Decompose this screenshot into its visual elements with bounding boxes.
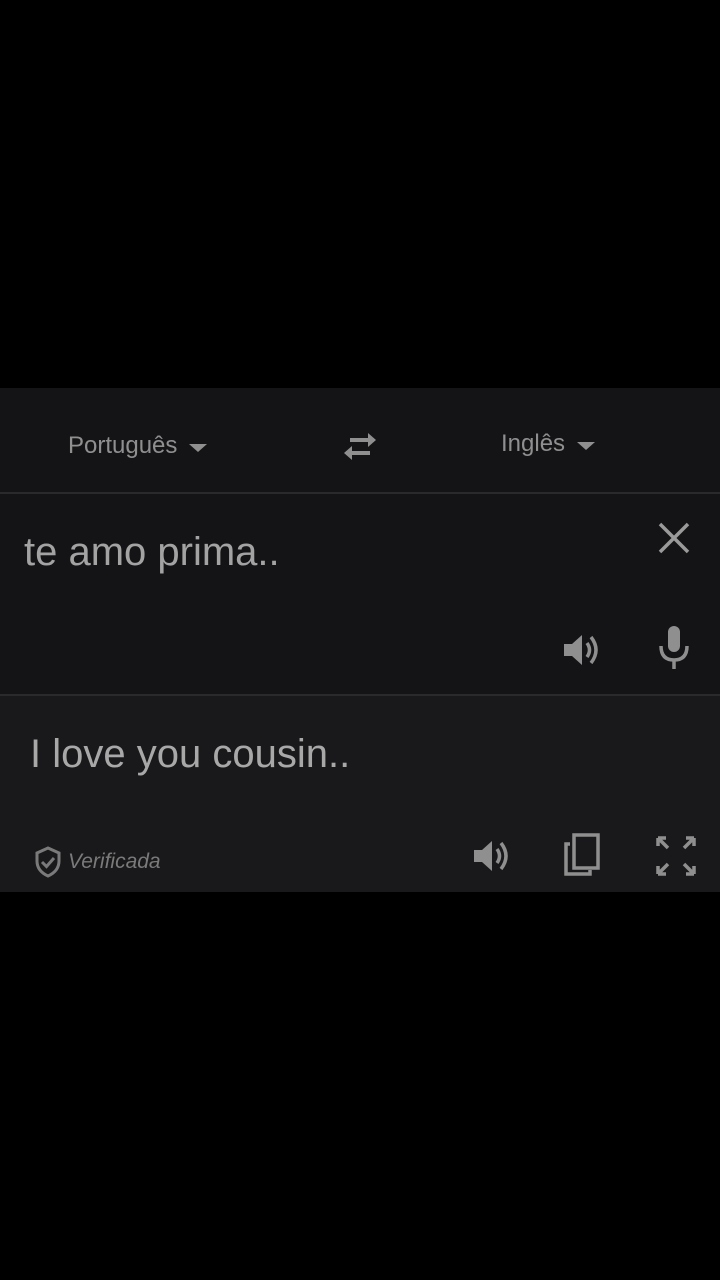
target-language-selector[interactable]: Inglês — [501, 430, 596, 458]
source-language-label: Português — [68, 432, 178, 459]
translation-text: I love you cousin.. — [30, 732, 351, 776]
target-language-label: Inglês — [501, 430, 566, 457]
microphone-icon[interactable] — [656, 624, 692, 672]
verified-label: Verificada — [68, 850, 161, 873]
source-input-area[interactable]: te amo prima.. — [0, 494, 720, 696]
source-text[interactable]: te amo prima.. — [24, 530, 280, 575]
speaker-icon[interactable] — [560, 628, 604, 672]
language-bar: Português Inglês — [0, 388, 720, 492]
chevron-down-icon — [189, 444, 208, 452]
swap-arrows-icon[interactable] — [338, 428, 382, 464]
speaker-icon[interactable] — [470, 834, 514, 878]
shield-check-icon — [35, 846, 61, 878]
source-language-selector[interactable]: Português — [68, 432, 208, 460]
verified-badge: Verificada — [34, 846, 161, 878]
translator-panel: Português Inglês te amo prima.. I love y… — [0, 388, 720, 892]
copy-icon[interactable] — [562, 832, 602, 878]
fullscreen-icon[interactable] — [654, 834, 698, 878]
close-icon[interactable] — [656, 520, 692, 556]
chevron-down-icon — [577, 442, 596, 450]
translation-area: I love you cousin.. Verificada — [0, 696, 720, 892]
